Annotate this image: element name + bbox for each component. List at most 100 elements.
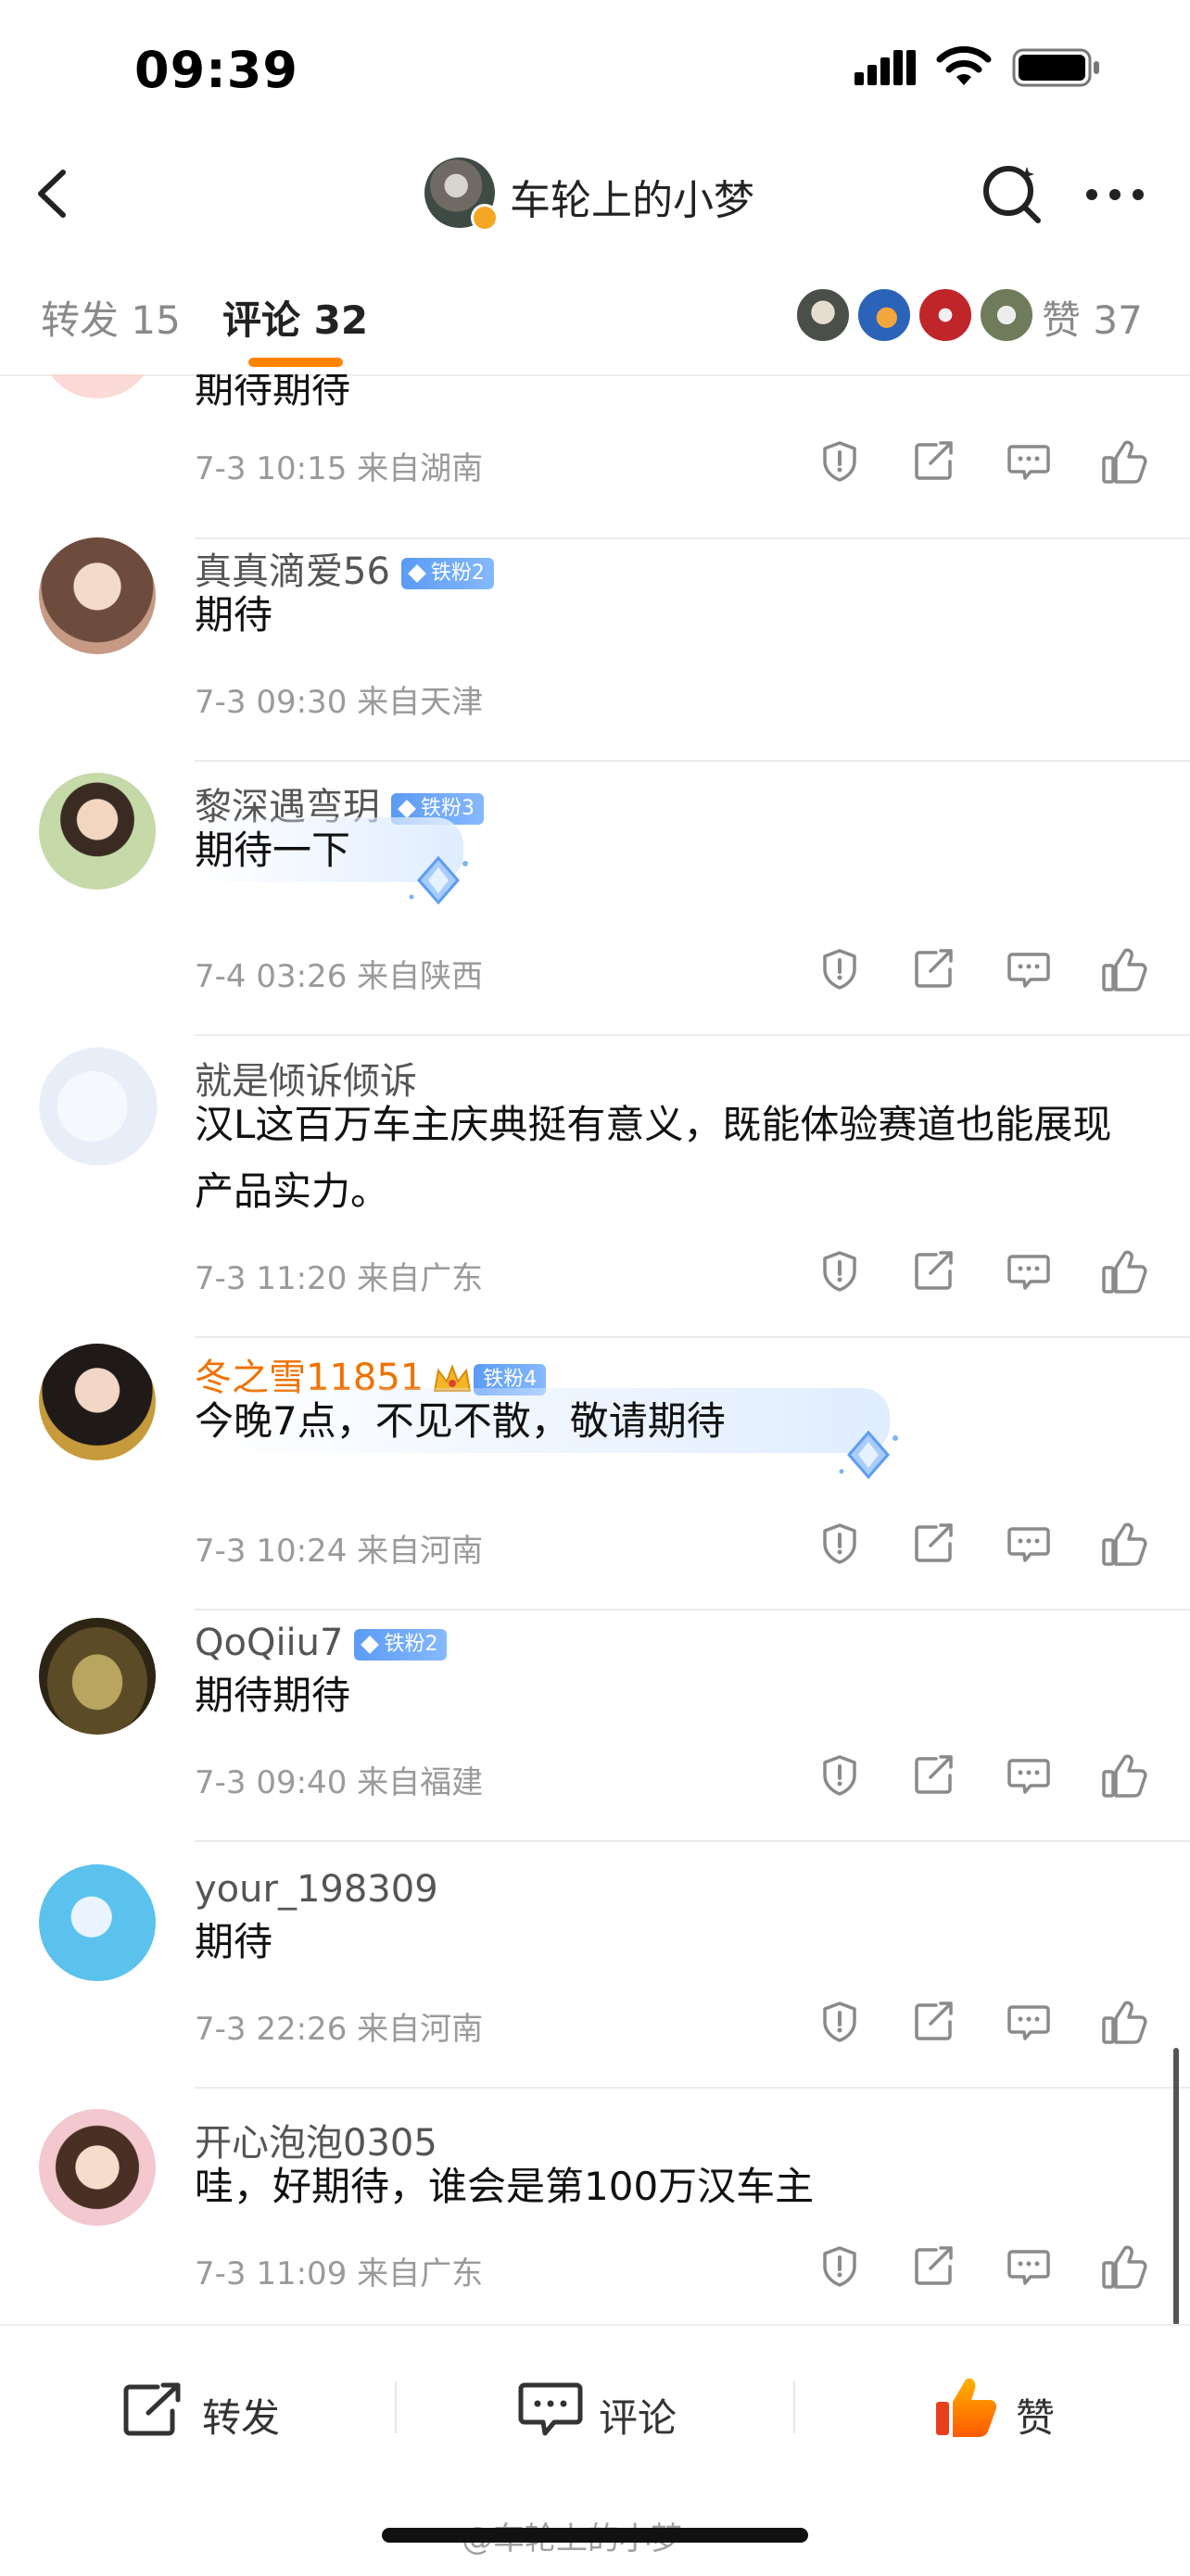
comment-actions [817, 439, 1151, 484]
comment-icon[interactable] [1006, 2000, 1051, 2044]
share-icon[interactable] [912, 947, 956, 991]
avatar[interactable] [39, 2109, 156, 2226]
comment-meta: 7-3 11:09 来自广东 [195, 2255, 484, 2292]
comment-icon[interactable] [1006, 947, 1051, 991]
comment-meta: 7-3 09:40 来自福建 [195, 1764, 484, 1801]
comment-list: 期待期待 7-3 10:15 来自湖南 真真滴爱56 铁粉2 期待 7-3 09:… [0, 374, 1190, 2324]
divider [395, 2381, 397, 2433]
like-active-icon [932, 2374, 999, 2441]
divider [195, 2087, 1190, 2089]
back-icon[interactable] [28, 161, 76, 226]
share-icon[interactable] [912, 1249, 956, 1294]
like-icon[interactable] [1101, 1522, 1147, 1568]
divider [195, 1336, 1190, 1338]
tab-like[interactable]: 赞 37 [1042, 289, 1143, 346]
status-bar: 09:39 [0, 0, 1190, 139]
share-icon[interactable] [912, 439, 956, 484]
comment-meta: 7-3 11:20 来自广东 [195, 1260, 484, 1297]
divider [195, 1840, 1190, 1842]
comment-actions [817, 947, 1151, 991]
comment-button[interactable]: 评论 [517, 2374, 693, 2448]
like-label: 赞 [1016, 2395, 1056, 2441]
wifi-icon [934, 44, 994, 87]
commenter-name[interactable]: QoQiiu7 铁粉2 [195, 1622, 448, 1664]
comment-actions [817, 1522, 1151, 1566]
report-icon[interactable] [817, 947, 862, 991]
tab-repost[interactable]: 转发 15 [41, 289, 181, 346]
scrollbar[interactable] [1173, 2048, 1179, 2326]
divider [195, 760, 1190, 762]
comment-icon[interactable] [1006, 2244, 1051, 2289]
like-icon[interactable] [1101, 439, 1147, 486]
report-icon[interactable] [817, 439, 862, 484]
cellular-signal-icon [855, 48, 918, 85]
share-icon[interactable] [912, 1753, 956, 1798]
commenter-name[interactable]: your_198309 [195, 1868, 438, 1911]
repost-icon [120, 2380, 187, 2439]
divider [195, 1034, 1190, 1036]
report-icon[interactable] [817, 2244, 862, 2289]
fan-badge-label: 铁粉2 [384, 1633, 438, 1656]
comment-icon[interactable] [1006, 1522, 1051, 1566]
liker-avatar [856, 287, 912, 343]
comment-text: 哇，好期待，谁会是第100万汉车主 [195, 2164, 815, 2209]
like-icon[interactable] [1101, 2000, 1147, 2046]
avatar[interactable] [39, 1618, 156, 1735]
liker-avatar [795, 287, 851, 343]
report-icon[interactable] [817, 1753, 862, 1798]
avatar[interactable] [39, 773, 156, 890]
report-icon[interactable] [817, 2000, 862, 2044]
avatar[interactable] [39, 1344, 156, 1460]
comment-actions [817, 1249, 1151, 1294]
repost-label: 转发 [202, 2395, 281, 2441]
avatar[interactable] [39, 374, 156, 398]
avatar[interactable] [39, 1047, 158, 1166]
avatar[interactable] [39, 1864, 156, 1981]
comment-actions [817, 2000, 1151, 2044]
commenter-name-text: QoQiiu7 [195, 1622, 344, 1664]
more-icon[interactable] [1082, 167, 1147, 222]
author-name[interactable]: 车轮上的小梦 [510, 167, 754, 226]
comment-text: 期待一下 [195, 827, 351, 873]
divider [195, 537, 1190, 539]
comment-text: 期待 [195, 592, 273, 638]
comment-icon[interactable] [1006, 1753, 1051, 1798]
tab-bar: 转发 15 评论 32 赞 37 [0, 252, 1190, 376]
tab-comment[interactable]: 评论 32 [222, 289, 368, 346]
comment-text: 期待期待 [195, 374, 351, 411]
share-icon[interactable] [912, 1522, 956, 1566]
comment-label: 评论 [599, 2395, 677, 2441]
comment-text: 期待 [195, 1919, 273, 1964]
comment-text: 期待期待 [195, 1673, 351, 1718]
comment-icon[interactable] [1006, 1249, 1051, 1294]
like-icon[interactable] [1101, 2244, 1147, 2291]
fan-badge: 铁粉2 [354, 1629, 448, 1661]
like-button[interactable]: 赞 [932, 2374, 1071, 2448]
report-icon[interactable] [817, 1522, 862, 1566]
home-indicator[interactable] [382, 2528, 808, 2543]
comment-meta: 7-3 22:26 来自河南 [195, 2011, 484, 2048]
share-icon[interactable] [912, 2000, 956, 2044]
top-nav: 车轮上的小梦 [0, 139, 1190, 254]
share-icon[interactable] [912, 2244, 956, 2289]
comment-text: 今晚7点，不见不散，敬请期待 [195, 1398, 726, 1444]
comment-meta: 7-3 10:24 来自河南 [195, 1533, 484, 1570]
search-icon[interactable] [979, 159, 1045, 226]
avatar[interactable] [39, 537, 156, 654]
comment-meta: 7-3 09:30 来自天津 [195, 684, 484, 721]
report-icon[interactable] [817, 1249, 862, 1294]
liker-avatar [979, 287, 1034, 343]
comment-actions [817, 1753, 1151, 1798]
comment-text: 汉L这百万车主庆典挺有意义，既能体验赛道也能展现产品实力。 [195, 1102, 1112, 1214]
repost-button[interactable]: 转发 [120, 2374, 297, 2448]
divider [793, 2381, 795, 2433]
like-icon[interactable] [1101, 947, 1147, 993]
comment-icon[interactable] [1006, 439, 1051, 484]
like-icon[interactable] [1101, 1753, 1147, 1799]
like-icon[interactable] [1101, 1249, 1147, 1295]
comment-meta: 7-4 03:26 来自陕西 [195, 958, 484, 995]
liker-avatar [918, 287, 973, 343]
status-time: 09:39 [134, 41, 298, 99]
active-tab-indicator [248, 358, 343, 367]
comment-actions [817, 2244, 1151, 2289]
